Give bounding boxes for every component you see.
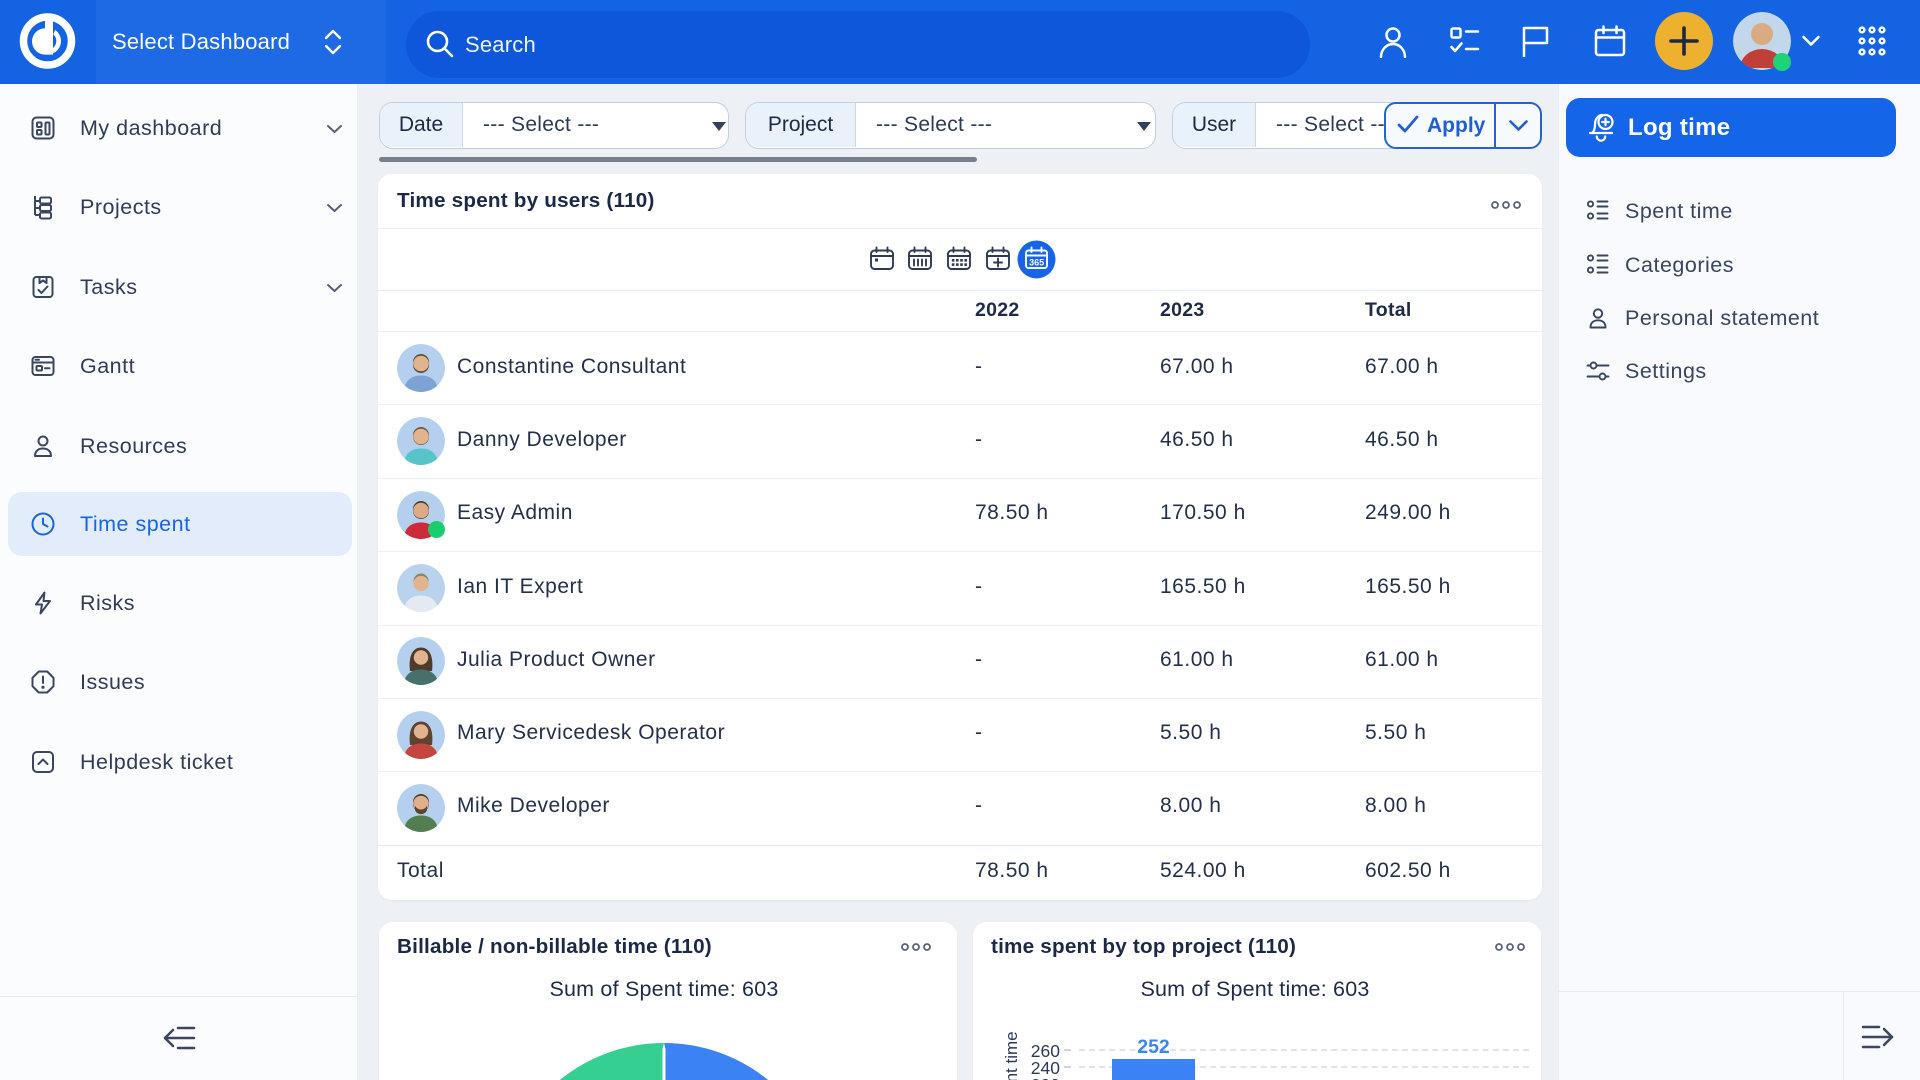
svg-text:365: 365 bbox=[1029, 257, 1044, 267]
